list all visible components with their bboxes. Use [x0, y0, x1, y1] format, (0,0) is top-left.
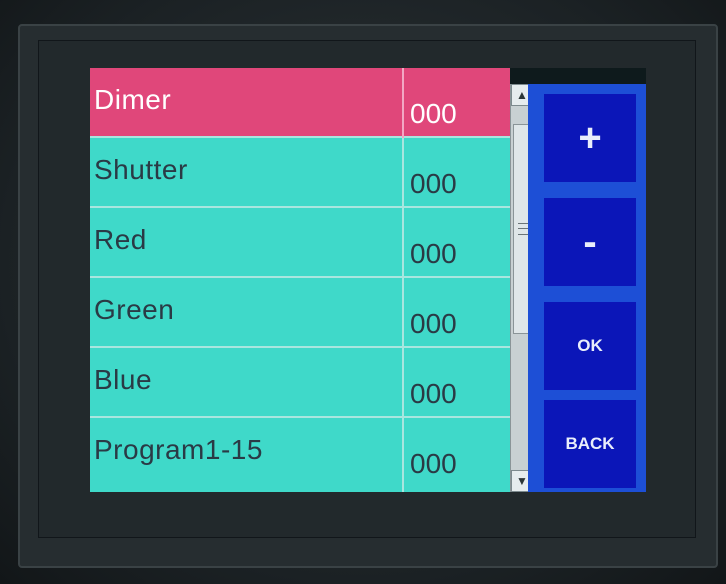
channel-row-dimer[interactable]: Dimer 000 — [90, 68, 510, 138]
channel-value: 000 — [410, 378, 457, 409]
channel-name: Shutter — [94, 154, 188, 185]
channel-row-program[interactable]: Program1-15 000 — [90, 418, 510, 492]
channel-value: 000 — [410, 448, 457, 479]
control-panel: + - OK BACK — [528, 84, 646, 492]
channel-name: Blue — [94, 364, 153, 395]
ok-button[interactable]: OK — [544, 302, 636, 390]
channel-name: Dimer — [94, 84, 172, 115]
back-button[interactable]: BACK — [544, 400, 636, 488]
grip-icon — [518, 223, 528, 235]
channel-row-red[interactable]: Red 000 — [90, 208, 510, 278]
channel-value: 000 — [410, 308, 457, 339]
channel-row-shutter[interactable]: Shutter 000 — [90, 138, 510, 208]
channel-name: Green — [94, 294, 175, 325]
minus-button[interactable]: - — [544, 198, 636, 286]
channel-name: Red — [94, 224, 147, 255]
channel-list: Dimer 000 Shutter 000 Red 000 Green 000 … — [90, 68, 510, 492]
channel-value: 000 — [410, 168, 457, 199]
channel-value: 000 — [410, 98, 457, 129]
plus-button[interactable]: + — [544, 94, 636, 182]
channel-value: 000 — [410, 238, 457, 269]
channel-name: Program1-15 — [94, 434, 263, 465]
channel-row-green[interactable]: Green 000 — [90, 278, 510, 348]
channel-row-blue[interactable]: Blue 000 — [90, 348, 510, 418]
